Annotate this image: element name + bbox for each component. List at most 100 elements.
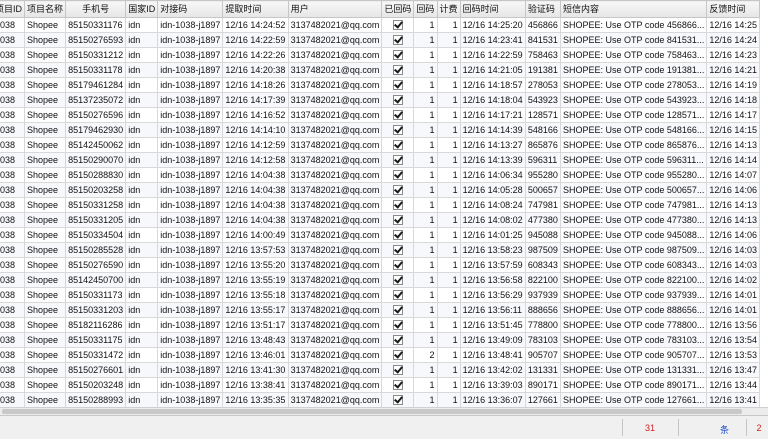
table-row[interactable]: 1038Shopee85142450062idnidn-1038-j189712… [0,137,760,153]
cell-returned[interactable] [381,272,415,288]
cell-returned[interactable] [381,212,415,228]
cell-returned[interactable] [381,137,415,153]
table-row[interactable]: 1038Shopee85142450700idnidn-1038-j189712… [0,272,760,288]
table-row[interactable]: 1038Shopee85150331178idnidn-1038-j189712… [0,62,760,78]
cell-returned[interactable] [381,332,415,348]
cell-returned[interactable] [381,197,415,213]
table-row[interactable]: 1038Shopee85150276593idnidn-1038-j189712… [0,32,760,48]
col-header-country-id[interactable]: 国家ID [125,0,159,18]
table-row[interactable]: 1038Shopee85150203248idnidn-1038-j189712… [0,377,760,393]
cell-returned[interactable] [381,287,415,303]
checkmark-icon[interactable] [392,199,403,210]
table-row[interactable]: 1038Shopee85150331203idnidn-1038-j189712… [0,302,760,318]
table-row[interactable]: 1038Shopee85150331175idnidn-1038-j189712… [0,332,760,348]
table-row[interactable]: 1038Shopee85150288993idnidn-1038-j189712… [0,392,760,407]
checkmark-icon[interactable] [392,364,403,375]
table-row[interactable]: 1038Shopee85150331176idnidn-1038-j189712… [0,17,760,33]
checkmark-icon[interactable] [392,49,403,60]
table-row[interactable]: 1038Shopee85150276596idnidn-1038-j189712… [0,107,760,123]
checkmark-icon[interactable] [392,19,403,30]
cell-returned[interactable] [381,62,415,78]
cell-returned[interactable] [381,347,415,363]
checkmark-icon[interactable] [392,244,403,255]
cell-returned[interactable] [381,77,415,93]
table-row[interactable]: 1038Shopee85150203258idnidn-1038-j189712… [0,182,760,198]
checkmark-icon[interactable] [392,289,403,300]
cell-returned[interactable] [381,17,415,33]
table-row[interactable]: 1038Shopee85150276590idnidn-1038-j189712… [0,257,760,273]
table-row[interactable]: 1038Shopee85150288830idnidn-1038-j189712… [0,167,760,183]
col-header-billing[interactable]: 计费 [436,0,461,18]
col-header-phone[interactable]: 手机号 [65,0,127,18]
checkmark-icon[interactable] [392,259,403,270]
checkmark-icon[interactable] [392,274,403,285]
checkmark-icon[interactable] [392,214,403,225]
cell-returned[interactable] [381,317,415,333]
checkmark-icon[interactable] [392,229,403,240]
cell-returned[interactable] [381,167,415,183]
checkmark-icon[interactable] [392,109,403,120]
cell-project-id: 1038 [0,317,26,333]
col-header-feedback-time[interactable]: 反馈时间 [706,0,760,18]
cell-returned[interactable] [381,47,415,63]
checkmark-icon[interactable] [392,79,403,90]
checkmark-icon[interactable] [392,34,403,45]
cell-returned[interactable] [381,107,415,123]
col-header-sms[interactable]: 短信内容 [559,0,708,18]
cell-returned[interactable] [381,152,415,168]
col-header-project-id[interactable]: 项目ID [0,0,26,18]
cell-returned[interactable] [381,227,415,243]
checkmark-icon[interactable] [392,319,403,330]
col-header-return-count[interactable]: 回码 [413,0,438,18]
status-separator [678,419,679,436]
cell-returned[interactable] [381,257,415,273]
table-row[interactable]: 1038Shopee85150331472idnidn-1038-j189712… [0,347,760,363]
table-row[interactable]: 1038Shopee85179461284idnidn-1038-j189712… [0,77,760,93]
cell-fetch-time: 12/16 14:22:59 [222,32,289,48]
checkmark-icon[interactable] [392,184,403,195]
col-header-project-name[interactable]: 项目名称 [24,0,67,18]
checkmark-icon[interactable] [392,349,403,360]
cell-returned[interactable] [381,362,415,378]
col-header-fetch-time[interactable]: 提取时间 [222,0,289,18]
cell-user: 3137482021@qq.com [287,287,383,303]
scrollbar-thumb[interactable] [2,409,742,414]
col-header-user[interactable]: 用户 [287,0,383,18]
checkmark-icon[interactable] [392,379,403,390]
table-row[interactable]: 1038Shopee85179462930idnidn-1038-j189712… [0,122,760,138]
table-row[interactable]: 1038Shopee85150276601idnidn-1038-j189712… [0,362,760,378]
checkmark-icon[interactable] [392,64,403,75]
checkmark-icon[interactable] [392,304,403,315]
col-header-code[interactable]: 验证码 [524,0,561,18]
checkmark-icon[interactable] [392,169,403,180]
checkmark-icon[interactable] [392,394,403,405]
checkmark-icon[interactable] [392,334,403,345]
cell-fetch-time: 12/16 13:41:30 [222,362,289,378]
cell-returned[interactable] [381,32,415,48]
checkmark-icon[interactable] [392,94,403,105]
horizontal-scrollbar[interactable] [0,407,768,415]
table-row[interactable]: 1038Shopee85150334504idnidn-1038-j189712… [0,227,760,243]
table-row[interactable]: 1038Shopee85150285528idnidn-1038-j189712… [0,242,760,258]
cell-returned[interactable] [381,182,415,198]
col-header-return-time[interactable]: 回码时间 [459,0,526,18]
cell-returned[interactable] [381,92,415,108]
table-row[interactable]: 1038Shopee85150331212idnidn-1038-j189712… [0,47,760,63]
cell-returned[interactable] [381,302,415,318]
table-row[interactable]: 1038Shopee85182116286idnidn-1038-j189712… [0,317,760,333]
checkmark-icon[interactable] [392,154,403,165]
checkmark-icon[interactable] [392,139,403,150]
checkmark-icon[interactable] [392,124,403,135]
cell-returned[interactable] [381,122,415,138]
table-row[interactable]: 1038Shopee85150290070idnidn-1038-j189712… [0,152,760,168]
col-header-returned[interactable]: 已回码 [381,0,415,18]
records-grid[interactable]: 项目ID 项目名称 手机号 国家ID 对接码 提取时间 用户 已回码 回码 计费… [0,0,768,407]
table-row[interactable]: 1038Shopee85150331258idnidn-1038-j189712… [0,197,760,213]
table-row[interactable]: 1038Shopee85150331173idnidn-1038-j189712… [0,287,760,303]
table-row[interactable]: 1038Shopee85137235072idnidn-1038-j189712… [0,92,760,108]
col-header-dock-code[interactable]: 对接码 [157,0,224,18]
cell-returned[interactable] [381,392,415,407]
cell-returned[interactable] [381,242,415,258]
table-row[interactable]: 1038Shopee85150331205idnidn-1038-j189712… [0,212,760,228]
cell-returned[interactable] [381,377,415,393]
